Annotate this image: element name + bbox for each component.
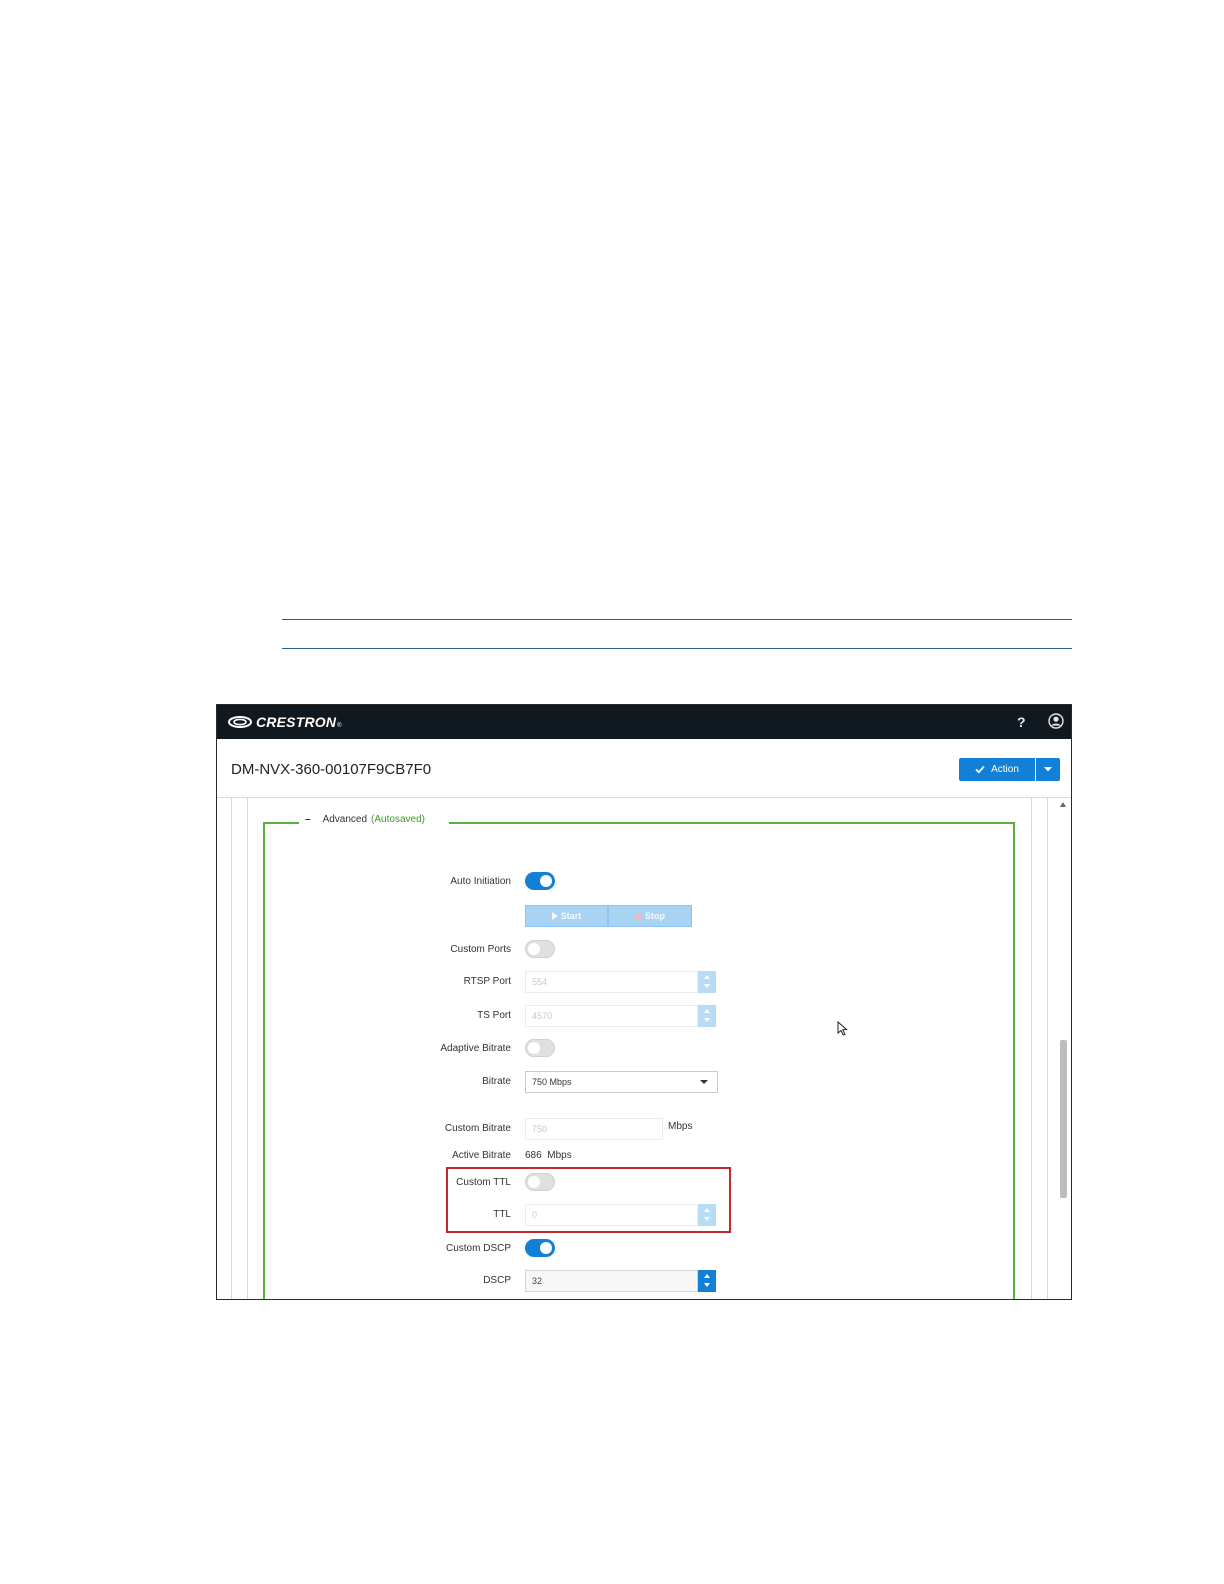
custom-bitrate-input[interactable]: 750	[525, 1118, 663, 1140]
adaptive-bitrate-label: Adaptive Bitrate	[440, 1043, 511, 1054]
action-button-label: Action	[991, 764, 1019, 775]
registered-mark: ®	[337, 723, 342, 729]
stepper-up-icon[interactable]	[704, 1274, 710, 1278]
scroll-thumb[interactable]	[1060, 1040, 1067, 1198]
chevron-down-icon	[1044, 767, 1052, 772]
user-account-icon[interactable]	[1048, 713, 1064, 729]
advanced-section-header[interactable]: – Advanced (Autosaved)	[299, 814, 449, 825]
custom-dscp-label: Custom DSCP	[445, 1243, 511, 1254]
toggle-knob	[540, 875, 552, 887]
help-icon[interactable]: ?	[1017, 714, 1026, 730]
bitrate-selected-value: 750 Mbps	[532, 1077, 572, 1087]
ts-port-stepper[interactable]	[698, 1005, 716, 1027]
toggle-knob	[528, 1042, 540, 1054]
custom-ports-toggle[interactable]	[525, 940, 555, 958]
section-title: Advanced	[322, 814, 368, 825]
action-button[interactable]: Action	[959, 758, 1035, 781]
device-header: DM-NVX-360-00107F9CB7F0 Action	[217, 739, 1071, 798]
dscp-stepper[interactable]	[698, 1270, 716, 1292]
ts-port-input[interactable]: 4570	[525, 1005, 698, 1027]
custom-bitrate-label: Custom Bitrate	[444, 1123, 511, 1134]
web-ui-screenshot: CRESTRON ® ? DM-NVX-360-00107F9CB7F0 Act…	[216, 704, 1072, 1300]
auto-initiation-label: Auto Initiation	[450, 876, 511, 887]
content-divider-inner-right	[1031, 798, 1032, 1299]
stepper-up-icon[interactable]	[704, 1009, 710, 1013]
bitrate-label: Bitrate	[482, 1076, 511, 1087]
note-bottom-rule	[282, 648, 1072, 649]
crestron-logo-icon	[228, 716, 252, 728]
auto-initiation-toggle[interactable]	[525, 872, 555, 890]
collapse-icon[interactable]: –	[305, 814, 311, 825]
stepper-down-icon[interactable]	[704, 1283, 710, 1287]
rtsp-port-input[interactable]: 554	[525, 971, 698, 993]
custom-dscp-toggle[interactable]	[525, 1239, 555, 1257]
settings-content: – Advanced (Autosaved) Auto Initiation S…	[217, 798, 1071, 1299]
active-bitrate-label: Active Bitrate	[452, 1150, 511, 1161]
stepper-down-icon[interactable]	[704, 984, 710, 988]
checkmark-icon	[975, 765, 985, 774]
custom-ports-label: Custom Ports	[450, 944, 511, 955]
toggle-knob	[528, 943, 540, 955]
toggle-knob	[540, 1242, 552, 1254]
bitrate-select[interactable]: 750 Mbps	[525, 1071, 718, 1093]
content-divider-right	[1047, 798, 1048, 1299]
chevron-down-icon	[700, 1080, 708, 1084]
adaptive-bitrate-toggle[interactable]	[525, 1039, 555, 1057]
rtsp-port-label: RTSP Port	[463, 976, 511, 987]
active-bitrate-value: 686 Mbps	[525, 1150, 572, 1161]
stop-icon	[635, 912, 642, 920]
note-top-rule	[282, 619, 1072, 620]
device-name: DM-NVX-360-00107F9CB7F0	[231, 761, 432, 778]
dscp-input[interactable]: 32	[525, 1270, 698, 1292]
brand-name: CRESTRON	[256, 714, 337, 730]
scroll-up-icon[interactable]	[1060, 802, 1066, 807]
autosaved-status: (Autosaved)	[371, 814, 425, 825]
action-dropdown-button[interactable]	[1036, 758, 1060, 781]
stop-button-label: Stop	[645, 911, 665, 921]
ttl-highlight-box	[446, 1167, 731, 1233]
stop-button[interactable]: Stop	[608, 905, 692, 927]
rtsp-port-stepper[interactable]	[698, 971, 716, 993]
content-divider-left	[231, 798, 232, 1299]
content-divider-inner-left	[247, 798, 248, 1299]
vertical-scrollbar[interactable]	[1055, 798, 1071, 1299]
dscp-label: DSCP	[483, 1275, 511, 1286]
start-button[interactable]: Start	[525, 905, 608, 927]
start-button-label: Start	[560, 911, 582, 921]
crestron-logo: CRESTRON ®	[227, 713, 342, 731]
stepper-up-icon[interactable]	[704, 975, 710, 979]
mouse-pointer-icon	[837, 1021, 848, 1036]
play-icon	[551, 912, 558, 920]
stepper-down-icon[interactable]	[704, 1018, 710, 1022]
top-navigation-bar: CRESTRON ® ?	[217, 705, 1071, 739]
custom-bitrate-unit: Mbps	[668, 1121, 693, 1132]
ts-port-label: TS Port	[477, 1010, 511, 1021]
